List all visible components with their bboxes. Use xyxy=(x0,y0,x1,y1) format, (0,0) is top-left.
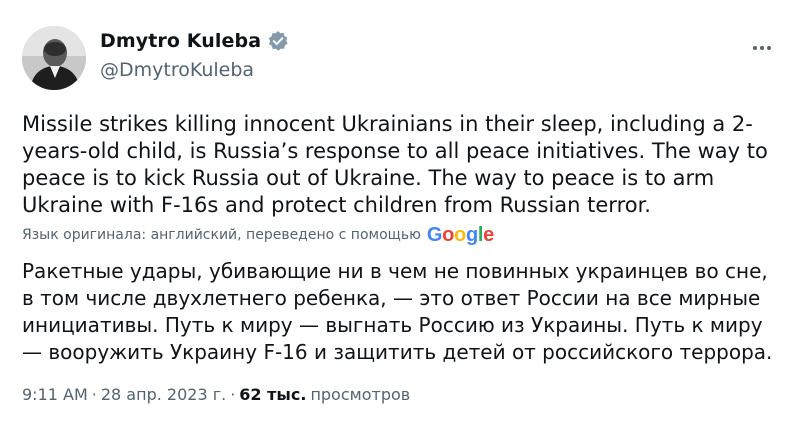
meta-separator: · xyxy=(230,385,236,404)
google-logo-letter: o xyxy=(442,224,455,246)
views-count: 62 тыс. xyxy=(239,385,307,404)
meta-separator: · xyxy=(91,385,97,404)
translation-note: Язык оригинала: английский, переведено с… xyxy=(22,225,494,245)
author-avatar[interactable] xyxy=(22,26,86,90)
google-logo-letter: g xyxy=(465,224,478,246)
author-handle[interactable]: @DmytroKuleba xyxy=(100,59,254,81)
more-icon[interactable] xyxy=(752,34,772,54)
google-logo-letter: G xyxy=(426,224,443,246)
author-name[interactable]: Dmytro Kuleba xyxy=(100,30,261,52)
tweet-meta: 9:11 AM · 28 апр. 2023 г. · 62 тыс. прос… xyxy=(22,385,410,404)
tweet-time[interactable]: 9:11 AM xyxy=(22,385,88,404)
google-logo[interactable]: Google xyxy=(427,225,494,245)
google-logo-letter: e xyxy=(483,224,494,246)
verified-badge-icon xyxy=(267,30,289,52)
tweet-text: Missile strikes killing innocent Ukraini… xyxy=(22,112,768,217)
tweet-date[interactable]: 28 апр. 2023 г. xyxy=(101,385,226,404)
author-name-row: Dmytro Kuleba xyxy=(100,30,289,52)
google-logo-letter: o xyxy=(454,224,466,246)
views-label: просмотров xyxy=(310,385,411,404)
translated-tweet-text: Ракетные удары, убивающие ни в чем не по… xyxy=(22,259,773,364)
translation-note-label: Язык оригинала: английский, переведено с… xyxy=(22,227,421,243)
